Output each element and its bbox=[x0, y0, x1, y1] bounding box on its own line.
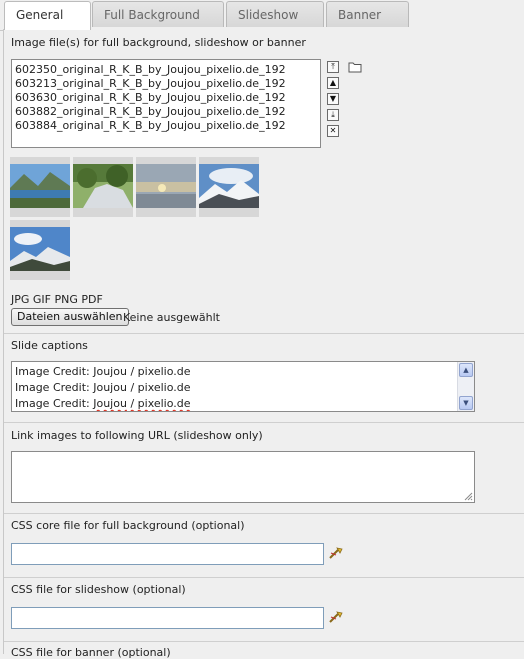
section-divider bbox=[4, 577, 524, 578]
slide-captions-label: Slide captions bbox=[11, 339, 88, 352]
css-slideshow-label: CSS file for slideshow (optional) bbox=[11, 583, 186, 596]
folder-icon[interactable] bbox=[348, 61, 363, 73]
wizard-wand-icon[interactable] bbox=[328, 546, 344, 560]
remove-button[interactable]: ✕ bbox=[327, 125, 339, 137]
thumbnail-2[interactable] bbox=[73, 157, 133, 217]
thumbnail-5[interactable] bbox=[10, 220, 70, 280]
scroll-down-arrow-icon[interactable]: ▼ bbox=[459, 396, 473, 410]
slide-captions-textarea[interactable]: Image Credit: Joujou / pixelio.de Image … bbox=[11, 361, 475, 412]
wizard-wand-icon[interactable] bbox=[328, 610, 344, 624]
list-item[interactable]: 603884_original_R_K_B_by_Joujou_pixelio.… bbox=[12, 119, 320, 133]
thumbnail-3[interactable] bbox=[136, 157, 196, 217]
move-down-button[interactable]: ▼ bbox=[327, 93, 339, 105]
section-divider bbox=[4, 641, 524, 642]
scroll-up-arrow-icon[interactable]: ▲ bbox=[459, 363, 473, 377]
move-up-button[interactable]: ▲ bbox=[327, 77, 339, 89]
thumbnail-1[interactable] bbox=[10, 157, 70, 217]
resize-grip-icon[interactable] bbox=[463, 491, 473, 501]
captions-scrollbar[interactable]: ▲ ▼ bbox=[457, 362, 474, 411]
css-slideshow-input[interactable] bbox=[11, 607, 324, 629]
css-core-label: CSS core file for full background (optio… bbox=[11, 519, 245, 532]
link-url-label: Link images to following URL (slideshow … bbox=[11, 429, 263, 442]
alpine-sky-thumbnail-icon bbox=[10, 227, 70, 271]
section-divider bbox=[4, 333, 524, 334]
list-item[interactable]: 603213_original_R_K_B_by_Joujou_pixelio.… bbox=[12, 77, 320, 91]
image-file-list[interactable]: 602350_original_R_K_B_by_Joujou_pixelio.… bbox=[11, 59, 321, 148]
image-files-label: Image file(s) for full background, slide… bbox=[11, 36, 306, 49]
thumbnail-4[interactable] bbox=[199, 157, 259, 217]
caption-line: Image Credit: Joujou / pixelio.de bbox=[15, 397, 191, 410]
move-top-button[interactable]: ⤒ bbox=[327, 61, 339, 73]
caption-line: Image Credit: Joujou / pixelio.de bbox=[15, 365, 191, 378]
tab-banner[interactable]: Banner bbox=[326, 1, 409, 27]
css-core-input[interactable] bbox=[11, 543, 324, 565]
link-url-textarea[interactable] bbox=[11, 451, 475, 503]
list-item[interactable]: 602350_original_R_K_B_by_Joujou_pixelio.… bbox=[12, 63, 320, 77]
move-bottom-button[interactable]: ⤓ bbox=[327, 109, 339, 121]
snowy-mountain-thumbnail-icon bbox=[199, 164, 259, 208]
section-divider bbox=[4, 513, 524, 514]
tab-general[interactable]: General bbox=[4, 1, 91, 30]
no-file-selected-text: Keine ausgewählt bbox=[123, 311, 220, 324]
list-item[interactable]: 603882_original_R_K_B_by_Joujou_pixelio.… bbox=[12, 105, 320, 119]
caption-line: Image Credit: Joujou / pixelio.de bbox=[15, 381, 191, 394]
tab-slideshow[interactable]: Slideshow bbox=[226, 1, 324, 27]
css-banner-label: CSS file for banner (optional) bbox=[11, 646, 171, 659]
tab-bar: General Full Background Slideshow Banner bbox=[0, 0, 524, 31]
tab-full-background[interactable]: Full Background bbox=[92, 1, 224, 27]
section-divider bbox=[4, 422, 524, 423]
cloudy-sunset-thumbnail-icon bbox=[136, 164, 196, 208]
forest-river-thumbnail-icon bbox=[73, 164, 133, 208]
choose-files-button[interactable]: Dateien auswählen bbox=[11, 308, 129, 326]
list-item[interactable]: 603630_original_R_K_B_by_Joujou_pixelio.… bbox=[12, 91, 320, 105]
allowed-file-types: JPG GIF PNG PDF bbox=[11, 293, 103, 306]
lake-mountain-thumbnail-icon bbox=[10, 164, 70, 208]
